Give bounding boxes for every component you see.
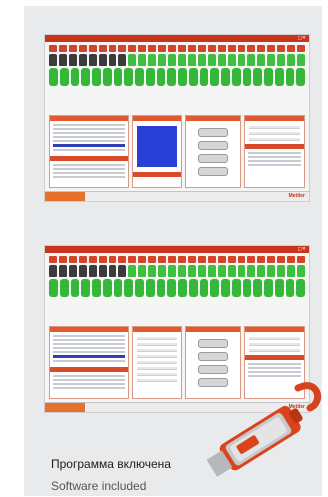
action-button-1[interactable] <box>198 128 228 137</box>
action-button-3[interactable] <box>198 154 228 163</box>
footer-tab[interactable] <box>45 192 85 201</box>
window-controls-icon: ◻✕ <box>297 35 306 41</box>
footer-tab[interactable] <box>45 403 85 412</box>
sample-status-row <box>49 68 305 86</box>
table-panel <box>132 326 182 399</box>
action-button-4[interactable] <box>198 167 228 176</box>
tube-status-row <box>49 265 305 277</box>
lower-panels <box>49 115 305 188</box>
action-button-1[interactable] <box>198 339 228 348</box>
actions-panel <box>185 115 241 188</box>
caption-english: Software included <box>51 479 147 493</box>
window-titlebar: ◻✕ <box>45 35 309 42</box>
caption-russian: Программа включена <box>51 457 171 471</box>
channel-header-row <box>49 256 305 263</box>
brand-logo: Mettler <box>288 193 305 199</box>
channel-header-row <box>49 45 305 52</box>
action-button-2[interactable] <box>198 141 228 150</box>
usb-drive-icon <box>206 382 322 477</box>
window-titlebar: ◻✕ <box>45 246 309 253</box>
software-screenshot-1: ◻✕ Mettler <box>44 34 310 202</box>
action-button-2[interactable] <box>198 352 228 361</box>
info-panel <box>244 115 305 188</box>
status-footer: Mettler <box>45 191 309 201</box>
window-controls-icon: ◻✕ <box>297 246 306 252</box>
tube-status-row <box>49 54 305 66</box>
sample-status-row <box>49 279 305 297</box>
chart-panel <box>132 115 182 188</box>
bar-chart-preview <box>137 126 177 167</box>
results-list-panel <box>49 326 129 399</box>
results-list-panel <box>49 115 129 188</box>
